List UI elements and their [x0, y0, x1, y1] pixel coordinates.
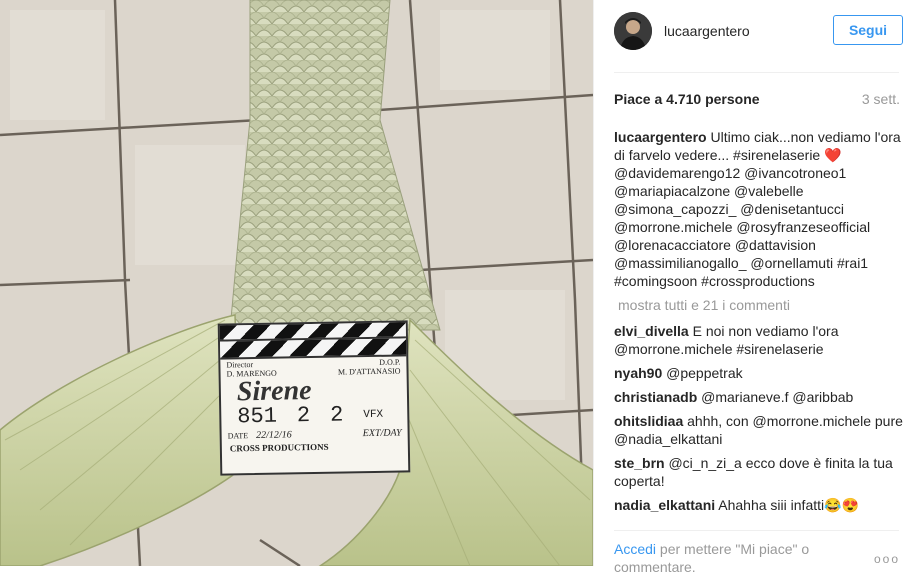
header-divider [614, 72, 899, 73]
comment-item: nadia_elkattani Ahahha siii infatti😂😍 [614, 496, 904, 514]
comment-text: @marianeve.f @aribbab [697, 389, 854, 405]
follow-button[interactable]: Segui [833, 15, 903, 45]
profile-photo-icon [614, 12, 652, 50]
comment-username[interactable]: christianadb [614, 389, 697, 405]
post-time[interactable]: 3 sett. [862, 91, 900, 107]
show-all-comments-link[interactable]: mostra tutti e 21 i commenti [618, 296, 904, 314]
likes-count[interactable]: Piace a 4.710 persone [614, 91, 760, 107]
vfx-label: VFX [363, 408, 384, 422]
scene-number: 851 [237, 403, 278, 430]
comment-item: ohitslidiaa ahhh, con @morrone.michele p… [614, 412, 904, 448]
comment-username[interactable]: elvi_divella [614, 323, 689, 339]
dop-name: M. D'ATTANASIO [337, 366, 401, 377]
date-label: DATE [227, 431, 249, 441]
comment-item: nyah90 @peppetrak [614, 364, 904, 382]
post-username[interactable]: lucaargentero [664, 23, 750, 39]
ext-day: EXT/DAY [362, 427, 402, 440]
comment-item: ste_brn @ci_n_zi_a ecco dove è finita la… [614, 454, 904, 490]
login-prompt: Accedi per mettere "Mi piace" o commenta… [614, 540, 864, 576]
comment-username[interactable]: ohitslidiaa [614, 413, 683, 429]
comment-username[interactable]: nyah90 [614, 365, 662, 381]
caption: lucaargentero Ultimo ciak...non vediamo … [614, 128, 904, 290]
caption-tags[interactable]: @davidemarengo12 @ivancotroneo1 @mariapi… [614, 165, 870, 289]
comment-text: Ahahha siii infatti😂😍 [715, 497, 859, 513]
login-link[interactable]: Accedi [614, 541, 656, 557]
comment-username[interactable]: ste_brn [614, 455, 665, 471]
post-details-panel: lucaargentero Segui Piace a 4.710 person… [593, 0, 918, 575]
comment-username[interactable]: nadia_elkattani [614, 497, 715, 513]
post-photo[interactable]: Director D. MARENGO D.O.P. M. D'ATTANASI… [0, 0, 593, 566]
shoot-date: 22/12/16 [256, 429, 292, 442]
production-title: Sirene [236, 375, 312, 408]
footer-divider [614, 530, 899, 531]
comment-text: @peppetrak [662, 365, 743, 381]
roll-number: 2 [329, 402, 344, 428]
caption-username[interactable]: lucaargentero [614, 129, 707, 145]
avatar[interactable] [614, 12, 652, 50]
comment-item: elvi_divella E noi non vediamo l'ora @mo… [614, 322, 904, 358]
clapperboard: Director D. MARENGO D.O.P. M. D'ATTANASI… [217, 320, 411, 476]
post-header: lucaargentero Segui [614, 12, 906, 50]
mermaid-tail-image [0, 0, 593, 566]
comment-item: christianadb @marianeve.f @aribbab [614, 388, 904, 406]
comments-list: lucaargentero Ultimo ciak...non vediamo … [614, 128, 904, 520]
take-number: 2 [296, 403, 311, 429]
more-options-icon[interactable]: ooo [874, 552, 900, 566]
production-company: CROSS PRODUCTIONS [229, 441, 329, 454]
heart-icon: ❤️ [824, 147, 842, 163]
instagram-post: Director D. MARENGO D.O.P. M. D'ATTANASI… [0, 0, 918, 575]
